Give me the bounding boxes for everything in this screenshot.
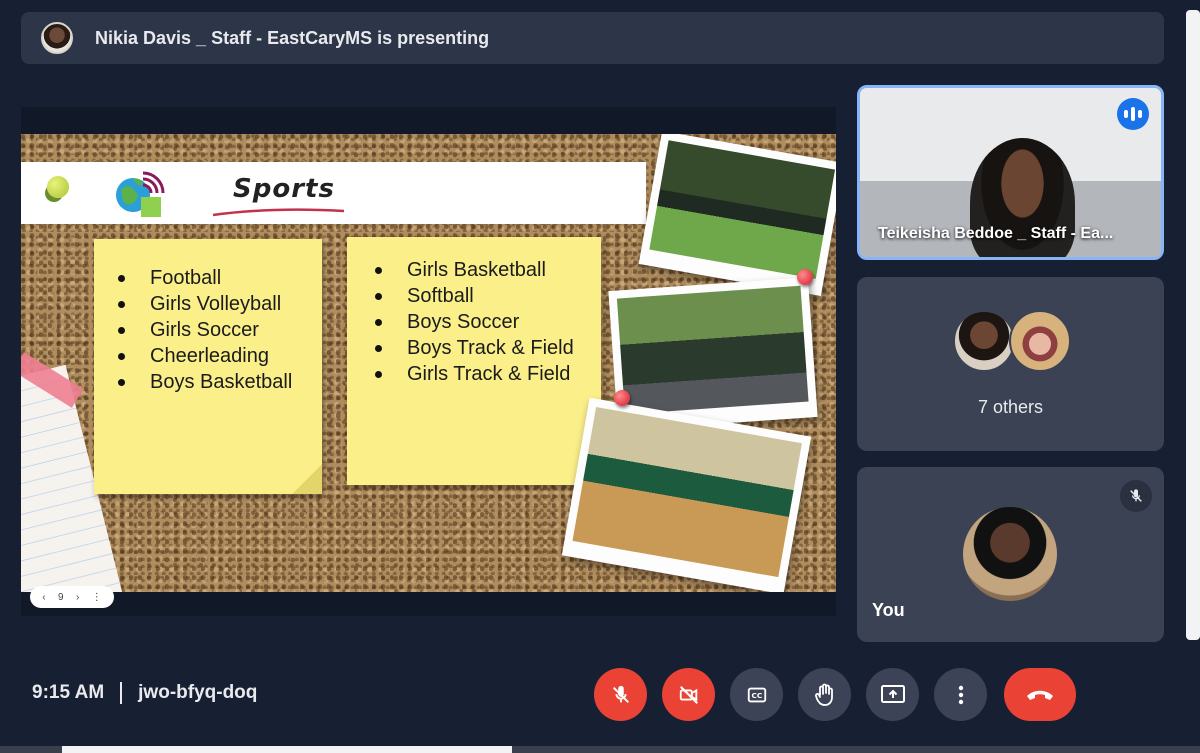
captions-icon: CC [747,687,766,702]
self-tile[interactable]: You [857,467,1164,642]
slide-title-strip: Sports [21,162,646,224]
push-pin-icon [614,390,630,406]
list-item: Boys Basketball [118,369,292,395]
list-item: Cheerleading [118,343,292,369]
present-screen-icon [880,684,905,703]
captions-button[interactable]: CC [730,668,783,721]
mic-off-icon [612,685,629,703]
note-fold [292,464,322,494]
slide-navigator: ‹ 9 › ⋮ [30,586,114,608]
list-item: Boys Track & Field [375,335,574,361]
self-avatar [963,507,1057,601]
more-vert-icon[interactable]: ⋮ [92,592,102,603]
mic-off-icon [1120,480,1152,512]
slide-page-number: 9 [58,591,64,603]
side-panel-edge [1186,10,1200,640]
title-underline [212,208,345,217]
clock-time: 9:15 AM [32,682,105,703]
meeting-code: jwo-bfyq-doq [138,682,258,703]
mic-toggle-button[interactable] [594,668,647,721]
leave-call-button[interactable] [1004,668,1076,721]
globe-logo-icon [116,171,165,217]
raise-hand-button[interactable] [798,668,851,721]
meeting-info: 9:15 AM jwo-bfyq-doq [32,682,257,704]
self-label: You [872,600,905,620]
list-item: Girls Volleyball [118,291,292,317]
presentation-stage[interactable]: Sports Football Girls Volleyball Girls S… [21,107,836,616]
sports-list-left: Football Girls Volleyball Girls Soccer C… [118,265,292,395]
list-item: Girls Basketball [375,257,574,283]
more-options-button[interactable] [934,668,987,721]
others-tile[interactable]: 7 others [857,277,1164,451]
sticky-note-left: Football Girls Volleyball Girls Soccer C… [94,239,322,494]
present-button[interactable] [866,668,919,721]
more-vert-icon [958,685,963,704]
speaker-name: Teikeisha Beddoe _ Staff - Ea... [878,225,1114,242]
sticky-note-right: Girls Basketball Softball Boys Soccer Bo… [347,237,601,485]
taskbar-highlight [62,746,512,753]
sports-list-right: Girls Basketball Softball Boys Soccer Bo… [375,257,574,387]
audio-level-icon [1117,98,1149,130]
tennis-ball-icon [47,176,69,198]
svg-text:CC: CC [751,691,762,700]
presenter-avatar [41,22,73,54]
list-item: Girls Soccer [118,317,292,343]
list-item: Football [118,265,292,291]
next-slide-icon[interactable]: › [76,592,79,603]
call-controls: CC [594,668,1076,721]
photo-volleyball [561,397,812,592]
raise-hand-icon [814,683,833,706]
others-label: 7 others [977,397,1044,417]
list-item: Softball [375,283,574,309]
list-item: Girls Track & Field [375,361,574,387]
speaker-tile[interactable]: Teikeisha Beddoe _ Staff - Ea... [857,85,1164,260]
slide-title: Sports [233,174,335,204]
divider [120,682,123,704]
prev-slide-icon[interactable]: ‹ [42,592,45,603]
camera-off-icon [679,685,698,704]
presenting-text: Nikia Davis _ Staff - EastCaryMS is pres… [95,27,490,48]
participant-avatar [1009,310,1071,372]
push-pin-icon [797,269,813,285]
slide: Sports Football Girls Volleyball Girls S… [21,134,836,592]
camera-toggle-button[interactable] [662,668,715,721]
call-end-icon [1027,690,1053,700]
presenting-bar: Nikia Davis _ Staff - EastCaryMS is pres… [21,12,1164,64]
participant-avatar [953,310,1015,372]
list-item: Boys Soccer [375,309,574,335]
